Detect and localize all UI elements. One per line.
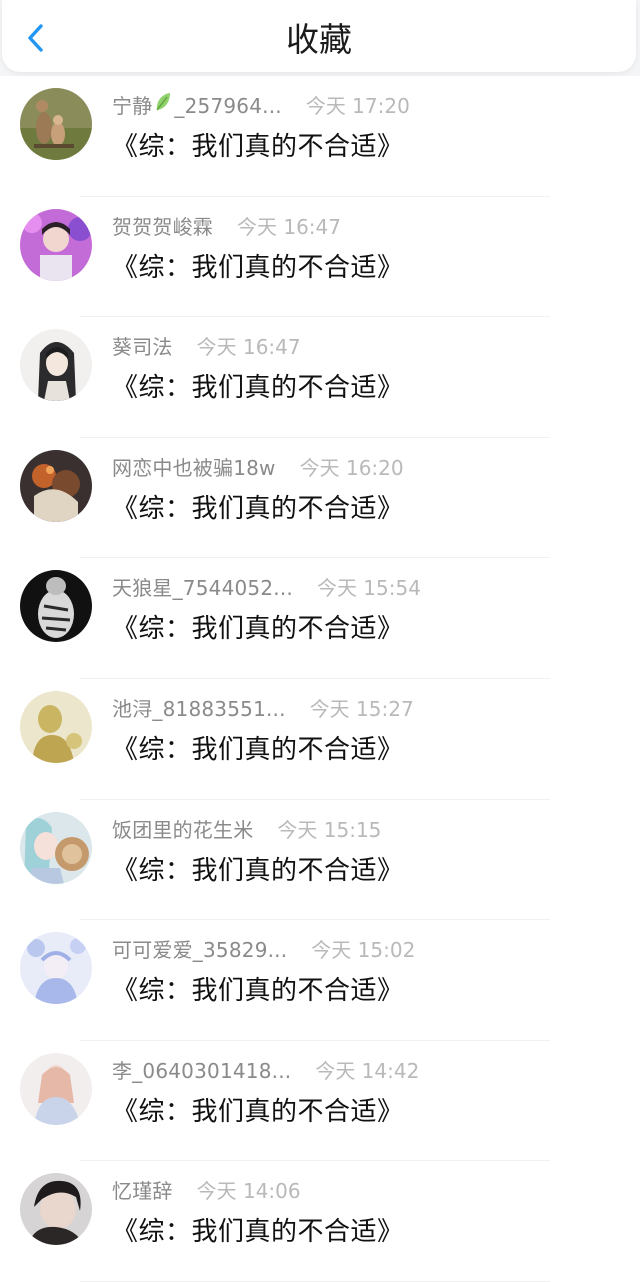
list-item[interactable]: 贺贺贺峻霖 今天 16:47 《综：我们真的不合适》 [0, 197, 640, 318]
username[interactable]: 宁静 [112, 90, 152, 119]
item-meta: 天狼星_7544052... 今天 15:54 [112, 572, 421, 602]
username[interactable]: 葵司法 [112, 331, 173, 360]
username[interactable]: 网恋中也被骗18w [112, 452, 276, 481]
list-item[interactable]: 池浔_81883551... 今天 15:27 《综：我们真的不合适》 [0, 679, 640, 800]
list-item[interactable]: 饭团里的花生米 今天 15:15 《综：我们真的不合适》 [0, 800, 640, 921]
header-bar: 收藏 [0, 0, 640, 76]
avatar[interactable] [20, 932, 92, 1005]
item-meta: 李_0640301418... 今天 14:42 [112, 1055, 419, 1085]
item-meta: 饭团里的花生米 今天 15:15 [112, 814, 381, 844]
timestamp: 今天 16:47 [196, 335, 301, 360]
book-title[interactable]: 《综：我们真的不合适》 [112, 488, 404, 525]
list-item[interactable]: 可可爱爱_35829... 今天 15:02 《综：我们真的不合适》 [0, 920, 640, 1041]
username-suffix[interactable]: _257964... [174, 94, 281, 118]
list-item[interactable]: 宁静 _257964... 今天 17:20 《综：我们真的不合适》 [0, 76, 640, 197]
item-meta: 池浔_81883551... 今天 15:27 [112, 693, 414, 723]
favorites-list: 宁静 _257964... 今天 17:20 《综：我们真的不合适》 贺贺贺峻霖 [0, 76, 640, 1282]
book-title[interactable]: 《综：我们真的不合适》 [112, 126, 404, 163]
username[interactable]: 饭团里的花生米 [112, 814, 253, 843]
list-item[interactable]: 网恋中也被骗18w 今天 16:20 《综：我们真的不合适》 [0, 438, 640, 559]
book-title[interactable]: 《综：我们真的不合适》 [112, 729, 404, 766]
avatar[interactable] [20, 690, 92, 763]
avatar[interactable] [20, 1052, 92, 1125]
book-title[interactable]: 《综：我们真的不合适》 [112, 1211, 404, 1248]
timestamp: 今天 15:02 [311, 938, 416, 963]
timestamp: 今天 15:54 [316, 576, 421, 601]
page-title: 收藏 [286, 20, 352, 59]
username[interactable]: 贺贺贺峻霖 [112, 211, 213, 240]
list-item[interactable]: 葵司法 今天 16:47 《综：我们真的不合适》 [0, 317, 640, 438]
timestamp: 今天 14:42 [315, 1058, 420, 1083]
username[interactable]: 李_0640301418... [112, 1055, 291, 1084]
timestamp: 今天 17:20 [305, 94, 410, 118]
avatar[interactable] [20, 449, 92, 522]
avatar[interactable] [20, 1173, 92, 1246]
leaf-icon [156, 93, 171, 111]
username[interactable]: 池浔_81883551... [112, 693, 286, 722]
book-title[interactable]: 《综：我们真的不合适》 [112, 970, 404, 1007]
item-meta: 忆瑾辞 今天 14:06 [112, 1175, 301, 1205]
item-meta: 葵司法 今天 16:47 [112, 331, 301, 361]
item-meta: 网恋中也被骗18w 今天 16:20 [112, 452, 404, 482]
avatar[interactable] [20, 208, 92, 281]
timestamp: 今天 15:27 [309, 696, 414, 721]
timestamp: 今天 15:15 [277, 817, 382, 842]
header-card: 收藏 [2, 0, 636, 72]
timestamp: 今天 16:20 [299, 455, 404, 480]
avatar[interactable] [20, 329, 92, 402]
username[interactable]: 天狼星_7544052... [112, 572, 293, 601]
book-title[interactable]: 《综：我们真的不合适》 [112, 608, 404, 645]
item-meta: 可可爱爱_35829... 今天 15:02 [112, 934, 415, 964]
list-item[interactable]: 忆瑾辞 今天 14:06 《综：我们真的不合适》 [0, 1161, 640, 1282]
avatar[interactable] [20, 811, 92, 884]
avatar[interactable] [20, 88, 92, 160]
list-item[interactable]: 李_0640301418... 今天 14:42 《综：我们真的不合适》 [0, 1041, 640, 1162]
username[interactable]: 可可爱爱_35829... [112, 934, 287, 963]
item-meta: 宁静 _257964... 今天 17:20 [112, 90, 410, 120]
book-title[interactable]: 《综：我们真的不合适》 [112, 1091, 404, 1128]
item-meta: 贺贺贺峻霖 今天 16:47 [112, 211, 341, 241]
avatar[interactable] [20, 570, 92, 643]
book-title[interactable]: 《综：我们真的不合适》 [112, 247, 404, 284]
book-title[interactable]: 《综：我们真的不合适》 [112, 850, 404, 887]
timestamp: 今天 14:06 [196, 1179, 301, 1204]
list-item[interactable]: 天狼星_7544052... 今天 15:54 《综：我们真的不合适》 [0, 558, 640, 679]
username[interactable]: 忆瑾辞 [112, 1175, 173, 1204]
book-title[interactable]: 《综：我们真的不合适》 [112, 367, 404, 404]
timestamp: 今天 16:47 [237, 214, 341, 239]
